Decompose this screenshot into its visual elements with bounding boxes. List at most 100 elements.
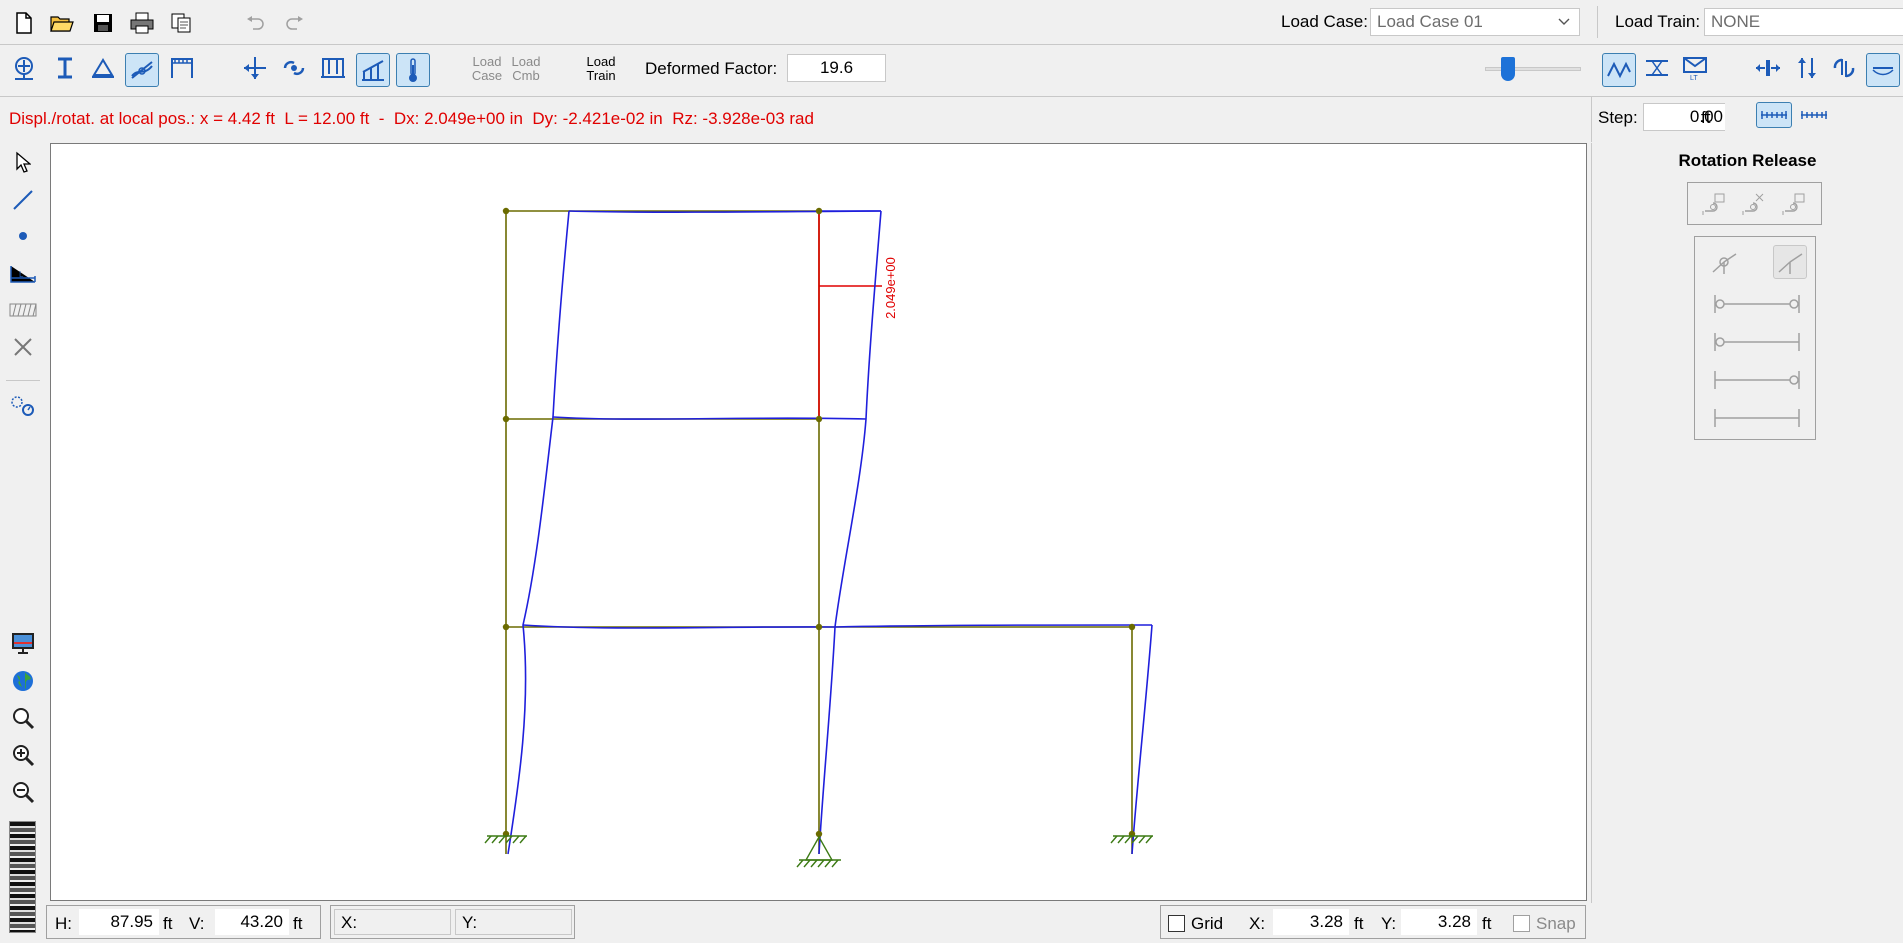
load-train-button-line1: Load [586, 54, 616, 69]
h-input[interactable]: 87.95 [79, 909, 159, 935]
load-combination-button[interactable]: Load Cmb [507, 55, 545, 83]
status-message: Displ./rotat. at local pos.: x = 4.42 ft… [9, 109, 814, 128]
release-hinge-add-icon[interactable] [1699, 189, 1729, 219]
deformed-factor-slider[interactable] [1485, 55, 1581, 83]
drawing-canvas[interactable]: 2.049e+00 [50, 143, 1587, 901]
release-types-group [1694, 236, 1816, 440]
cursor-x-field: X: [334, 909, 451, 935]
print-icon[interactable] [127, 8, 157, 38]
step-ruler-alt-icon[interactable] [1796, 102, 1832, 128]
release-hinge-remove-icon[interactable] [1739, 189, 1769, 219]
thermal-load-icon[interactable] [396, 53, 430, 87]
axial-force-icon[interactable] [1753, 53, 1783, 83]
release-start-end-icon[interactable] [1711, 327, 1803, 357]
support-icon[interactable] [88, 53, 118, 83]
load-cmb-button-line2: Cmb [512, 68, 540, 83]
grid-label: Grid [1191, 914, 1224, 933]
release-none-icon[interactable] [1711, 403, 1803, 433]
v-input[interactable]: 43.20 [215, 909, 289, 935]
display-monitor-icon[interactable] [8, 628, 38, 658]
step-ruler-icon[interactable] [1756, 102, 1792, 128]
linear-load-icon[interactable] [356, 53, 390, 87]
globe-icon[interactable] [8, 666, 38, 696]
grid-x-unit: ft [1354, 914, 1364, 933]
connect-node-icon[interactable] [8, 391, 38, 421]
draw-line-icon[interactable] [8, 185, 38, 215]
grid-x-value: 3.28 [1309, 912, 1343, 931]
release-hinge-copy-icon[interactable] [1779, 189, 1809, 219]
step-input[interactable]: 0.00 [1643, 103, 1725, 131]
load-case-button-line2: Case [471, 68, 503, 83]
grid-y-unit: ft [1482, 914, 1492, 933]
deformation-icon[interactable] [1866, 53, 1900, 87]
diagram-toggle-icon[interactable] [1602, 53, 1636, 87]
nodal-load-icon[interactable] [240, 53, 270, 83]
zoom-out-icon[interactable] [8, 777, 38, 807]
hatch-icon[interactable] [8, 295, 38, 325]
h-value: 87.95 [110, 912, 153, 931]
load-train-button[interactable]: Load Train [582, 55, 620, 83]
bending-moment-icon[interactable] [1829, 53, 1859, 83]
select-arrow-icon[interactable] [8, 147, 38, 177]
redo-icon[interactable] [280, 8, 310, 38]
zoom-icon[interactable] [8, 703, 38, 733]
load-case-button[interactable]: Load Case [468, 55, 506, 83]
load-train-button-line2: Train [586, 68, 616, 83]
cursor-y-label: Y: [462, 913, 478, 932]
svg-text:L: L [19, 270, 24, 279]
undo-icon[interactable] [240, 8, 270, 38]
node [815, 207, 823, 215]
node [502, 623, 510, 631]
cursor-x-label: X: [341, 913, 358, 932]
node [815, 415, 823, 423]
cursor-y-field: Y: [455, 909, 572, 935]
snap-label: Snap [1536, 914, 1576, 933]
frame-icon[interactable] [167, 53, 197, 83]
zoom-in-icon[interactable] [8, 740, 38, 770]
dimension-icon[interactable]: L [8, 259, 38, 289]
deformed-column-right [1131, 624, 1153, 855]
node [502, 207, 510, 215]
release-finish-end-icon[interactable] [1711, 365, 1803, 395]
slider-thumb[interactable] [1501, 57, 1515, 81]
load-case-value: Load Case 01 [1377, 12, 1483, 31]
load-case-select[interactable]: Load Case 01 [1370, 8, 1580, 36]
node [502, 415, 510, 423]
right-panel-border [1591, 143, 1592, 903]
grid-y-input[interactable]: 3.28 [1401, 909, 1477, 935]
svg-text:LT: LT [1690, 75, 1698, 81]
grid-y-label: Y: [1381, 914, 1397, 933]
grid-x-input[interactable]: 3.28 [1273, 909, 1349, 935]
deformed-column-left [507, 210, 570, 855]
release-node-fixed-icon[interactable] [1773, 245, 1807, 279]
grid-x-label: X: [1249, 914, 1266, 933]
toolbar-divider [0, 96, 1903, 97]
deformed-factor-input[interactable]: 19.6 [787, 54, 886, 82]
load-cmb-button-line1: Load [511, 54, 541, 69]
load-train-select[interactable]: NONE [1704, 8, 1903, 36]
save-icon[interactable] [88, 8, 118, 38]
node-point-icon[interactable] [8, 221, 38, 251]
main-toolbar: Load Case Load Cmb Load Train Deformed F… [0, 45, 1903, 95]
shear-force-icon[interactable] [1792, 53, 1822, 83]
frame-model-svg[interactable]: 2.049e+00 [51, 144, 1586, 900]
new-file-icon[interactable] [9, 8, 39, 38]
release-node-hinge-icon[interactable] [1709, 247, 1739, 277]
node [815, 623, 823, 631]
moment-load-icon[interactable] [279, 53, 309, 83]
v-value: 43.20 [240, 912, 283, 931]
step-unit: ft [1701, 108, 1711, 127]
release-both-ends-icon[interactable] [1711, 289, 1803, 319]
grid-checkbox[interactable] [1168, 915, 1185, 932]
distributed-load-icon[interactable] [318, 53, 348, 83]
model-view-icon[interactable] [9, 53, 39, 83]
v-label: V: [189, 914, 205, 933]
copy-icon[interactable] [166, 8, 196, 38]
section-icon[interactable] [50, 53, 80, 83]
influence-line-icon[interactable] [1642, 53, 1672, 83]
deformed-shape-icon[interactable] [125, 53, 159, 87]
delete-x-icon[interactable] [8, 332, 38, 362]
load-train-envelope-icon[interactable]: LT [1680, 53, 1710, 83]
open-folder-icon[interactable] [47, 8, 77, 38]
snap-checkbox[interactable] [1513, 915, 1530, 932]
